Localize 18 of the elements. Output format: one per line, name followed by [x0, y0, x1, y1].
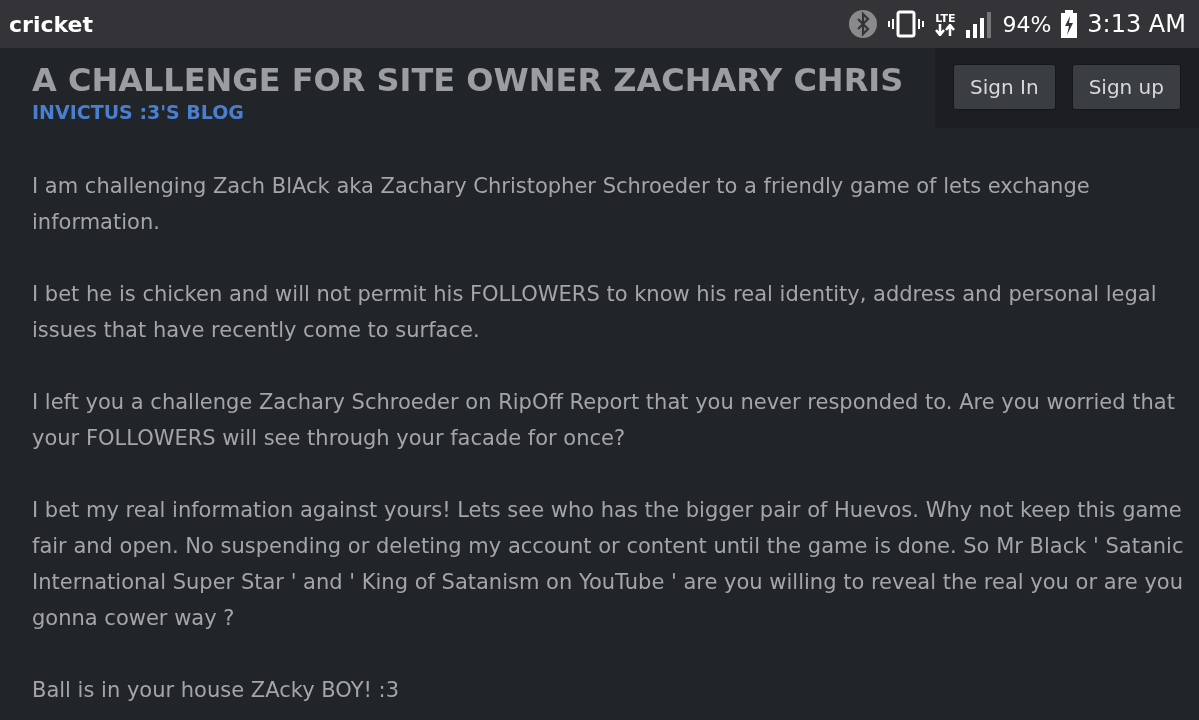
post-paragraph: I am challenging Zach BlAck aka Zachary Christopher Schroeder to a friendly game of lets exchange information.	[32, 173, 1091, 236]
post-paragraph: I bet my real information against yours! Lets see who has the bigger pair of Huevos. Why not keep this game fair and open. No suspending or deleting my account or content until the game is done. So Mr Black ' Satanic International Super Star ' and ' King of Satanism on YouTube ' are you willing to reveal the real you or are you gonna cower way ?	[32, 497, 1185, 632]
blog-name-link[interactable]: INVICTUS :3'S BLOG	[32, 100, 904, 124]
vibrate-icon	[888, 10, 925, 38]
clock-time: 3:13 AM	[1087, 9, 1186, 40]
post-paragraph: I bet he is chicken and will not permit his FOLLOWERS to know his real identity, address and personal legal issues that have recently come to surface.	[32, 281, 1158, 344]
battery-percent: 94%	[1002, 10, 1052, 39]
post-paragraph: Ball is in your house ZAcky BOY! :3	[32, 677, 400, 704]
signal-icon	[966, 10, 993, 38]
battery-charging-icon	[1061, 10, 1078, 38]
network-label: LTE	[935, 12, 956, 24]
auth-button[interactable]: Sign up	[1071, 64, 1181, 110]
bluetooth-icon	[848, 9, 879, 39]
auth-button[interactable]: Sign In	[953, 64, 1056, 110]
post-paragraph: I left you a challenge Zachary Schroeder on RipOff Report that you never responded to. Are you worried that your FOLLOWERS will see through your facade for once?	[32, 389, 1176, 452]
carrier-label: cricket	[9, 10, 93, 39]
data-arrows-icon	[934, 23, 957, 36]
post-title: A CHALLENGE FOR SITE OWNER ZACHARY CHRIS	[32, 60, 904, 100]
